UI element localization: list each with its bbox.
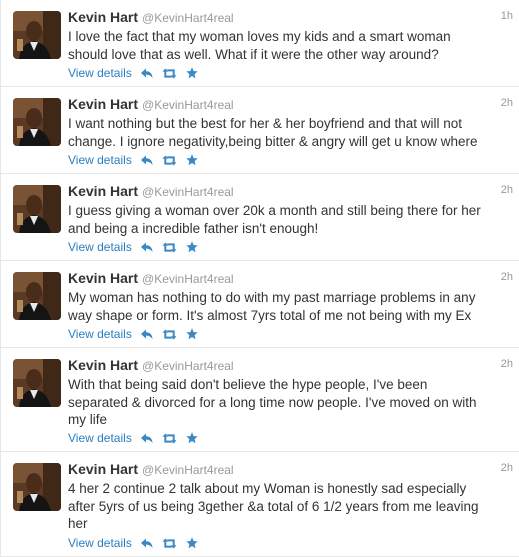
author-handle[interactable]: @KevinHart4real (142, 98, 234, 112)
tweet-text-line: With that being said don't believe the h… (68, 377, 428, 392)
author-handle[interactable]: @KevinHart4real (142, 463, 234, 477)
author-name[interactable]: Kevin Hart (68, 461, 138, 477)
star-icon[interactable] (186, 241, 198, 253)
view-details-link[interactable]: View details (68, 66, 132, 80)
tweet-actions: View details (68, 326, 207, 342)
tweet-timestamp[interactable]: 2h (501, 271, 513, 283)
author-handle[interactable]: @KevinHart4real (142, 185, 234, 199)
view-details-link[interactable]: View details (68, 327, 132, 341)
author-handle[interactable]: @KevinHart4real (142, 359, 234, 373)
tweet-actions: View details (68, 239, 207, 255)
star-icon[interactable] (186, 67, 198, 79)
tweet[interactable]: Kevin Hart @KevinHart4real 2h 4 her 2 conti… (1, 452, 519, 557)
tweet-header: Kevin Hart @KevinHart4real (68, 461, 234, 479)
tweet-text-line: and being a incredible father isn't enou… (68, 220, 319, 236)
view-details-link[interactable]: View details (68, 536, 132, 550)
view-details-link[interactable]: View details (68, 240, 132, 254)
tweet-timestamp[interactable]: 2h (501, 184, 513, 196)
tweet-actions: View details (68, 152, 207, 168)
tweet-timeline: Kevin Hart @KevinHart4real 1h I love the fa… (0, 0, 519, 557)
avatar[interactable] (13, 359, 61, 407)
tweet-header: Kevin Hart @KevinHart4real (68, 183, 234, 201)
author-handle[interactable]: @KevinHart4real (142, 272, 234, 286)
tweet-text-line: should love that as well. What if it wer… (68, 46, 439, 62)
reply-icon[interactable] (140, 329, 153, 340)
retweet-icon[interactable] (162, 538, 177, 549)
tweet-text: 4 her 2 continue 2 talk about my Woman i… (68, 480, 512, 533)
tweet-text: With that being said don't believe the h… (68, 376, 512, 429)
tweet-actions: View details (68, 535, 207, 551)
tweet[interactable]: Kevin Hart @KevinHart4real 2h I guess givin… (1, 174, 519, 261)
tweet-text: I guess giving a woman over 20k a month … (68, 202, 512, 237)
avatar[interactable] (13, 98, 61, 146)
view-details-link[interactable]: View details (68, 431, 132, 445)
retweet-icon[interactable] (162, 242, 177, 253)
tweet-header: Kevin Hart @KevinHart4real (68, 9, 234, 27)
reply-icon[interactable] (140, 242, 153, 253)
tweet-text-line: My woman has nothing to do with my past … (68, 290, 476, 305)
tweet-timestamp[interactable]: 2h (501, 358, 513, 370)
tweet-text: My woman has nothing to do with my past … (68, 289, 512, 324)
retweet-icon[interactable] (162, 433, 177, 444)
avatar[interactable] (13, 463, 61, 511)
star-icon[interactable] (186, 328, 198, 340)
view-details-link[interactable]: View details (68, 153, 132, 167)
tweet-text-line: my life (68, 412, 108, 427)
tweet-timestamp[interactable]: 2h (501, 97, 513, 109)
author-name[interactable]: Kevin Hart (68, 9, 138, 25)
reply-icon[interactable] (140, 68, 153, 79)
tweet[interactable]: Kevin Hart @KevinHart4real 1h I love the fa… (1, 0, 519, 87)
tweet-text-line: I guess giving a woman over 20k a month … (68, 203, 481, 218)
tweet-timestamp[interactable]: 2h (501, 462, 513, 474)
tweet-text-line: 4 her 2 continue 2 talk about my Woman i… (68, 481, 467, 496)
author-handle[interactable]: @KevinHart4real (142, 11, 234, 25)
tweet-header: Kevin Hart @KevinHart4real (68, 357, 234, 375)
reply-icon[interactable] (140, 155, 153, 166)
tweet-text: I want nothing but the best for her & he… (68, 115, 512, 150)
tweet-text-line: change. I ignore negativity,being bitter… (68, 133, 478, 149)
tweet-text-line: I love the fact that my woman loves my k… (68, 29, 451, 44)
tweet-text-line: separated & divorced for a long time now… (68, 394, 477, 410)
retweet-icon[interactable] (162, 329, 177, 340)
tweet-text-line: after 5yrs of us being 3gether &a total … (68, 498, 479, 514)
tweet-actions: View details (68, 65, 207, 81)
author-name[interactable]: Kevin Hart (68, 270, 138, 286)
author-name[interactable]: Kevin Hart (68, 357, 138, 373)
tweet[interactable]: Kevin Hart @KevinHart4real 2h I want nothin… (1, 87, 519, 174)
author-name[interactable]: Kevin Hart (68, 96, 138, 112)
reply-icon[interactable] (140, 538, 153, 549)
star-icon[interactable] (186, 537, 198, 549)
reply-icon[interactable] (140, 433, 153, 444)
tweet-header: Kevin Hart @KevinHart4real (68, 96, 234, 114)
tweet-text-line: I want nothing but the best for her & he… (68, 116, 462, 131)
tweet[interactable]: Kevin Hart @KevinHart4real 2h My woman has … (1, 261, 519, 348)
star-icon[interactable] (186, 154, 198, 166)
tweet-text-line: her (68, 516, 88, 531)
tweet-header: Kevin Hart @KevinHart4real (68, 270, 234, 288)
tweet-actions: View details (68, 430, 207, 446)
avatar[interactable] (13, 272, 61, 320)
tweet-text-line: way shape or form. It's almost 7yrs tota… (68, 307, 472, 323)
tweet-text: I love the fact that my woman loves my k… (68, 28, 512, 63)
retweet-icon[interactable] (162, 155, 177, 166)
avatar[interactable] (13, 11, 61, 59)
author-name[interactable]: Kevin Hart (68, 183, 138, 199)
tweet-timestamp[interactable]: 1h (501, 10, 513, 22)
star-icon[interactable] (186, 432, 198, 444)
tweet[interactable]: Kevin Hart @KevinHart4real 2h With that bei… (1, 348, 519, 452)
retweet-icon[interactable] (162, 68, 177, 79)
avatar[interactable] (13, 185, 61, 233)
